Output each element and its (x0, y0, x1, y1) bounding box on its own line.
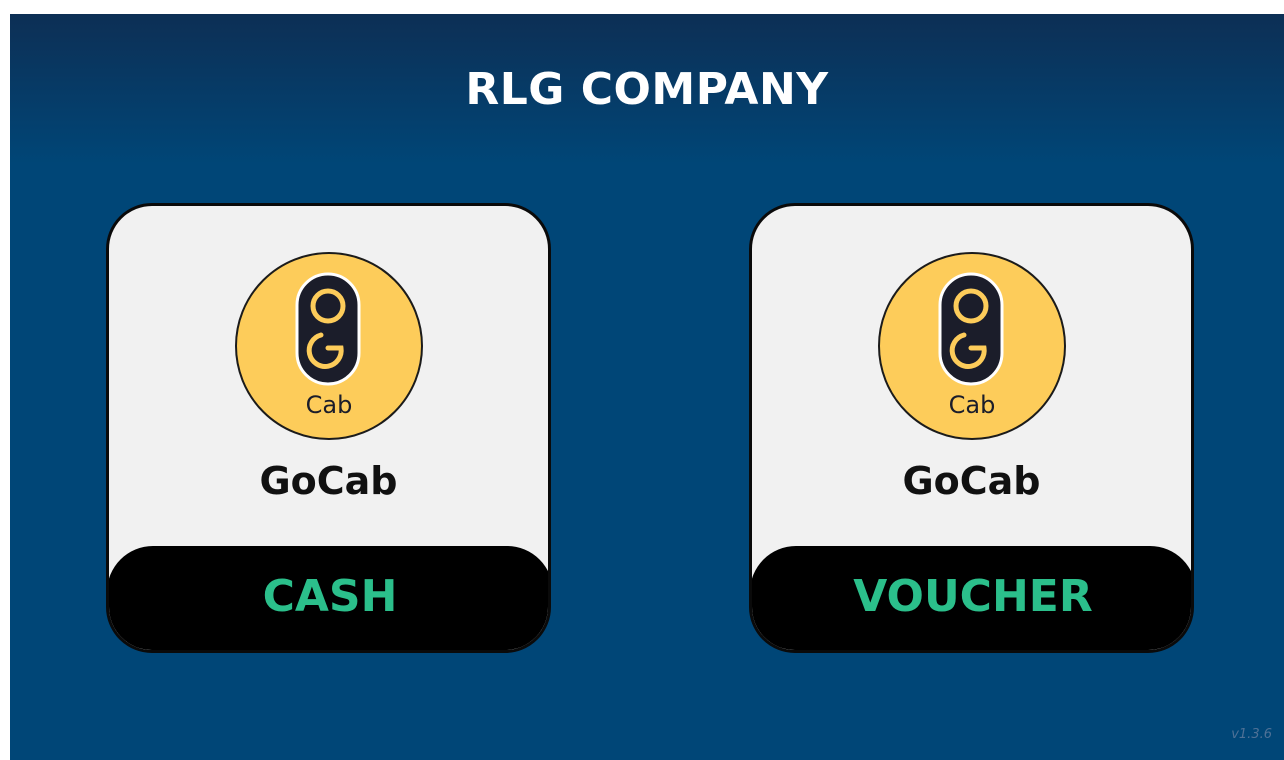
brand-name: GoCab (259, 459, 398, 503)
cash-option-card[interactable]: Cab GoCab CASH (106, 203, 551, 653)
logo-cab-text: Cab (305, 391, 353, 419)
version-label: v1.3.6 (1231, 727, 1272, 742)
voucher-label: VOUCHER (853, 571, 1093, 622)
brand-name: GoCab (902, 459, 1041, 503)
cash-label: CASH (262, 571, 398, 622)
cash-button[interactable]: CASH (109, 546, 548, 650)
voucher-button[interactable]: VOUCHER (752, 546, 1191, 650)
app-screen: RLG COMPANY Cab GoCab CASH Cab GoCab VOU… (10, 14, 1284, 760)
gocab-logo-icon: Cab (878, 252, 1066, 440)
voucher-option-card[interactable]: Cab GoCab VOUCHER (749, 203, 1194, 653)
company-title: RLG COMPANY (465, 64, 829, 115)
logo-cab-text: Cab (948, 391, 996, 419)
gocab-logo-icon: Cab (235, 252, 423, 440)
